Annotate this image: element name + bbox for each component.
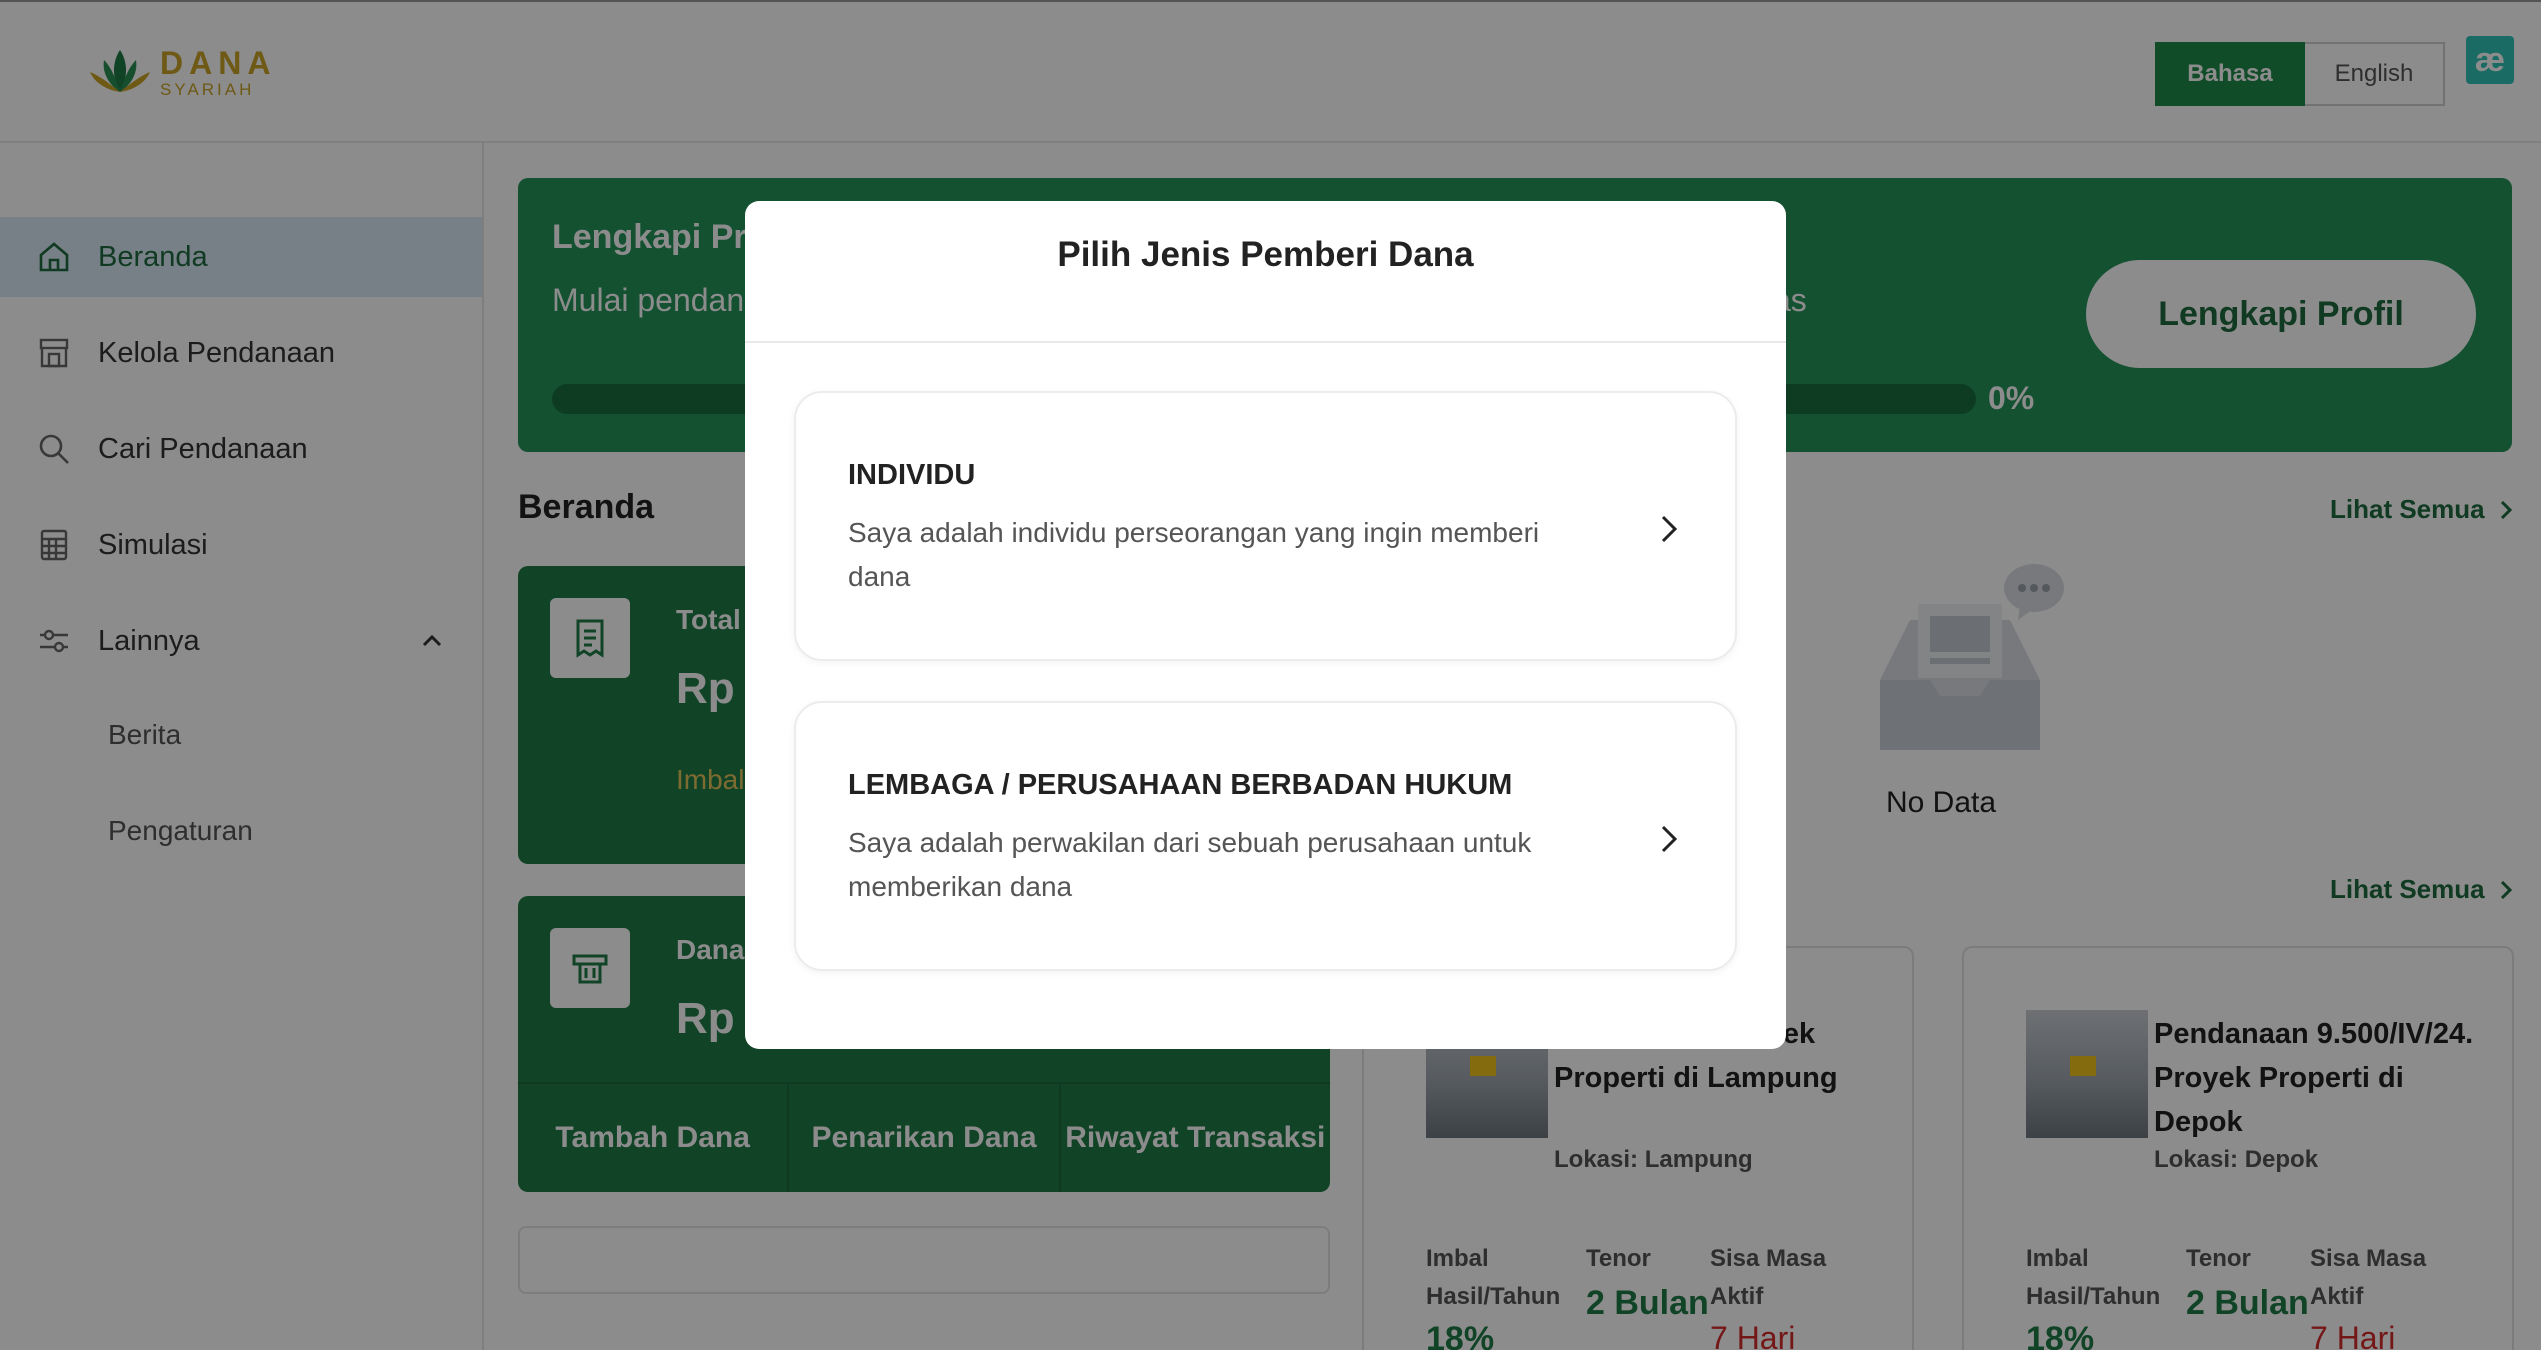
modal-title: Pilih Jenis Pemberi Dana — [1057, 235, 1474, 274]
chevron-right-icon — [1661, 515, 1678, 543]
option-description: Saya adalah individu perseorangan yang i… — [848, 517, 1540, 592]
chevron-right-icon — [1661, 825, 1678, 853]
funder-type-modal: Pilih Jenis Pemberi Dana INDIVIDU Saya a… — [745, 201, 1786, 1049]
option-individu[interactable]: INDIVIDU Saya adalah individu perseorang… — [794, 391, 1737, 661]
option-title: LEMBAGA / PERUSAHAAN BERBADAN HUKUM — [848, 769, 1513, 801]
option-title: INDIVIDU — [848, 459, 976, 491]
option-lembaga[interactable]: LEMBAGA / PERUSAHAAN BERBADAN HUKUM Saya… — [794, 701, 1737, 971]
option-description: Saya adalah perwakilan dari sebuah perus… — [848, 827, 1532, 902]
modal-divider — [745, 341, 1786, 343]
